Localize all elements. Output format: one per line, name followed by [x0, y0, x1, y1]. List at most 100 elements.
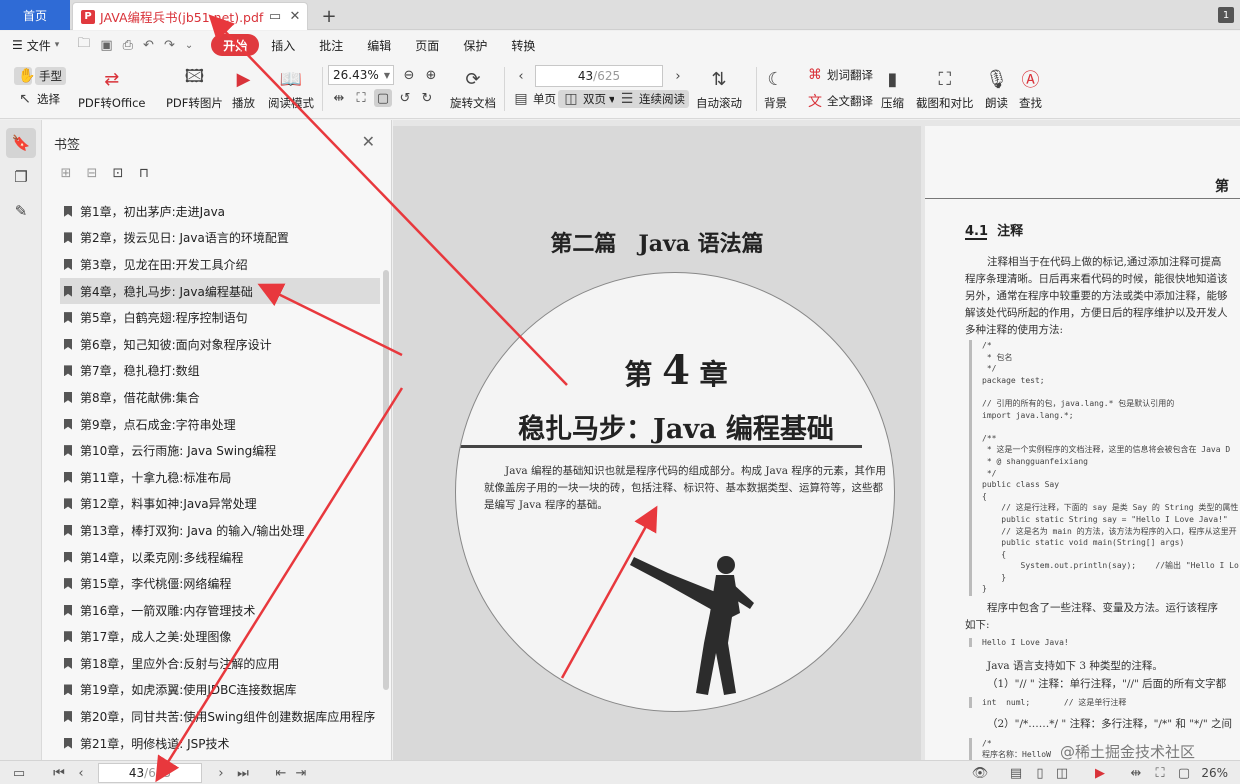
file-menu[interactable]: ☰ 文件 ▾ [12, 37, 59, 54]
list-item[interactable]: 第16章，一箭双雕:内存管理技术 [60, 597, 380, 624]
list-item[interactable]: 第3章，见龙在田:开发工具介绍 [60, 251, 380, 278]
tab-document[interactable]: P JAVA编程兵书(jb51.net).pdf ▭ ✕ [72, 2, 308, 30]
double-page-button[interactable]: ◫ 双页 ▼ [558, 90, 620, 108]
menu-insert[interactable]: 插入 [259, 34, 307, 56]
menu-edit[interactable]: 编辑 [355, 34, 403, 56]
menu-start[interactable]: 开始 [211, 34, 260, 56]
prev-page-icon[interactable]: ‹ [72, 764, 90, 782]
rotate-document-button[interactable]: ⟳ 旋转文档 [450, 65, 496, 111]
zoom-out-icon[interactable]: ⊖ [400, 66, 418, 84]
zoom-input[interactable]: 26.43% ▼ [328, 65, 394, 85]
print-icon[interactable]: ⎙ [123, 38, 133, 53]
list-item[interactable]: 第7章，稳扎稳打:数组 [60, 358, 380, 385]
zoom-in-icon[interactable]: ⊕ [422, 66, 440, 84]
paragraph-line: 程序中包含了一些注释、变量及方法。运行该程序 [987, 602, 1218, 614]
list-item[interactable]: 第13章，棒打双狗: Java 的输入/输出处理 [60, 517, 380, 544]
full-translate-button[interactable]: 文 全文翻译 [806, 91, 873, 111]
list-item[interactable]: 第11章，十拿九稳:标准布局 [60, 464, 380, 491]
continuous-read-button[interactable]: ☰ 连续阅读 [614, 90, 689, 108]
close-icon[interactable]: ✕ [362, 132, 375, 151]
word-translate-button[interactable]: ⌘ 划词翻译 [806, 67, 873, 83]
actual-size-icon[interactable]: ▢ [1174, 764, 1194, 782]
customize-icon[interactable]: ⌄ [185, 40, 193, 51]
read-aloud-button[interactable]: 🎙 朗读 [985, 65, 1008, 111]
status-zoom[interactable]: 26% [1201, 766, 1228, 780]
last-page-icon[interactable]: ⏭ [234, 764, 252, 782]
hand-tool-button[interactable]: ✋ 手型 [14, 67, 66, 85]
forward-icon[interactable]: ⇥ [292, 764, 310, 782]
collapse-icon[interactable]: ⊟ [84, 166, 100, 181]
list-item[interactable]: 第8章，借花献佛:集合 [60, 384, 380, 411]
pdf-to-image-button[interactable]: 🖾 PDF转图片 [166, 65, 223, 111]
add-bookmark-icon[interactable]: ⊡ [110, 166, 126, 181]
list-item[interactable]: 第12章，料事如神:Java异常处理 [60, 491, 380, 518]
screenshot-compare-button[interactable]: ⛶ 截图和对比 [916, 65, 974, 111]
play-icon[interactable]: ▶ [1090, 764, 1110, 782]
list-item[interactable]: 第18章，里应外合:反射与注解的应用 [60, 650, 380, 677]
eye-icon[interactable]: 👁 [970, 764, 990, 782]
rotate-right-icon[interactable]: ↻ [418, 89, 436, 107]
part-title: 第二篇 Java 语法篇 [550, 231, 764, 257]
list-item[interactable]: 第19章，如虎添翼:使用JDBC连接数据库 [60, 677, 380, 704]
menu-convert[interactable]: 转换 [499, 34, 547, 56]
rotate-left-icon[interactable]: ↺ [396, 89, 414, 107]
tab-home[interactable]: 首页 [0, 0, 70, 30]
pdf-to-office-button[interactable]: ⇄ PDF转Office [78, 65, 145, 111]
list-item[interactable]: 第1章，初出茅庐:走进Java [60, 198, 380, 225]
compress-button[interactable]: ▮ 压缩 [881, 65, 904, 111]
expand-icon[interactable]: ⊞ [58, 166, 74, 181]
document-view[interactable]: 第二篇 Java 语法篇 第 4 章 稳扎马步：Java 编程基础 Java 编… [393, 120, 1240, 760]
single-page-button[interactable]: ▤ 单页 [512, 91, 556, 107]
play-button[interactable]: ▶ 播放 [232, 65, 255, 111]
redo-icon[interactable]: ↷ [164, 38, 175, 53]
find-button[interactable]: Ⓐ 查找 [1019, 65, 1042, 111]
list-item[interactable]: 第14章，以柔克刚:多线程编程 [60, 544, 380, 571]
fit-page-icon[interactable]: ⛶ [352, 89, 370, 107]
list-item[interactable]: 第9章，点石成金:字符串处理 [60, 411, 380, 438]
list-item[interactable]: 第5章，白鹤亮翅:程序控制语句 [60, 304, 380, 331]
page-number-input[interactable]: 43/625 [535, 65, 663, 87]
undo-icon[interactable]: ↶ [143, 38, 154, 53]
close-icon[interactable]: ✕ [287, 9, 303, 25]
list-item-selected[interactable]: 第4章，稳扎马步: Java编程基础 [60, 277, 380, 305]
bookmark-icon[interactable]: ⊓ [136, 166, 152, 181]
thumbnail-icon[interactable]: ❐ [6, 162, 36, 192]
tab-count-badge[interactable]: 1 [1218, 7, 1234, 23]
list-item[interactable]: 第6章，知己知彼:面向对象程序设计 [60, 331, 380, 358]
list-item[interactable]: 第20章，同甘共苦:使用Swing组件创建数据库应用程序 [60, 703, 380, 730]
first-page-icon[interactable]: ⏮ [50, 764, 68, 782]
fit-width-icon[interactable]: ⇹ [330, 89, 348, 107]
annotation-icon[interactable]: ✎ [6, 196, 36, 226]
read-mode-button[interactable]: 📖 阅读模式 [268, 65, 314, 111]
bookmark-panel-icon[interactable]: 🔖 [6, 128, 36, 158]
new-tab-button[interactable]: + [318, 5, 340, 27]
select-tool-button[interactable]: ↖ 选择 [16, 91, 60, 107]
next-page-icon[interactable]: › [212, 764, 230, 782]
list-item[interactable]: 第2章，拨云见日: Java语言的环境配置 [60, 225, 380, 252]
panel-scrollbar[interactable] [383, 270, 389, 690]
next-page-icon[interactable]: › [669, 67, 687, 85]
list-item[interactable]: 第17章，成人之美:处理图像 [60, 624, 380, 651]
list-item[interactable]: 第21章，明修栈道: JSP技术 [60, 730, 380, 757]
menu-annotate[interactable]: 批注 [307, 34, 355, 56]
open-folder-icon[interactable]: 🗀 [77, 34, 90, 56]
continuous-view-icon[interactable]: ▤ [1006, 764, 1026, 782]
monitor-icon[interactable]: ▭ [267, 9, 283, 25]
menu-protect[interactable]: 保护 [451, 34, 499, 56]
sidebar-toggle-icon[interactable]: ▭ [8, 764, 30, 782]
background-button[interactable]: ☾ 背景 [764, 65, 787, 111]
bookmark-label: 第1章，初出茅庐:走进Java [80, 204, 226, 219]
fit-width-icon[interactable]: ⇹ [1126, 764, 1146, 782]
prev-page-icon[interactable]: ‹ [512, 67, 530, 85]
auto-scroll-button[interactable]: ⇅ 自动滚动 [696, 65, 742, 111]
single-view-icon[interactable]: ▯ [1030, 764, 1050, 782]
save-icon[interactable]: ▣ [100, 38, 112, 53]
menu-page[interactable]: 页面 [403, 34, 451, 56]
fit-page-icon[interactable]: ⛶ [1150, 764, 1170, 782]
back-icon[interactable]: ⇤ [272, 764, 290, 782]
list-item[interactable]: 第10章，云行雨施: Java Swing编程 [60, 437, 380, 464]
list-item[interactable]: 第15章，李代桃僵:网络编程 [60, 570, 380, 597]
actual-size-icon[interactable]: ▢ [374, 89, 392, 107]
double-view-icon[interactable]: ◫ [1052, 764, 1072, 782]
status-page-input[interactable]: 43/625 [98, 763, 202, 783]
